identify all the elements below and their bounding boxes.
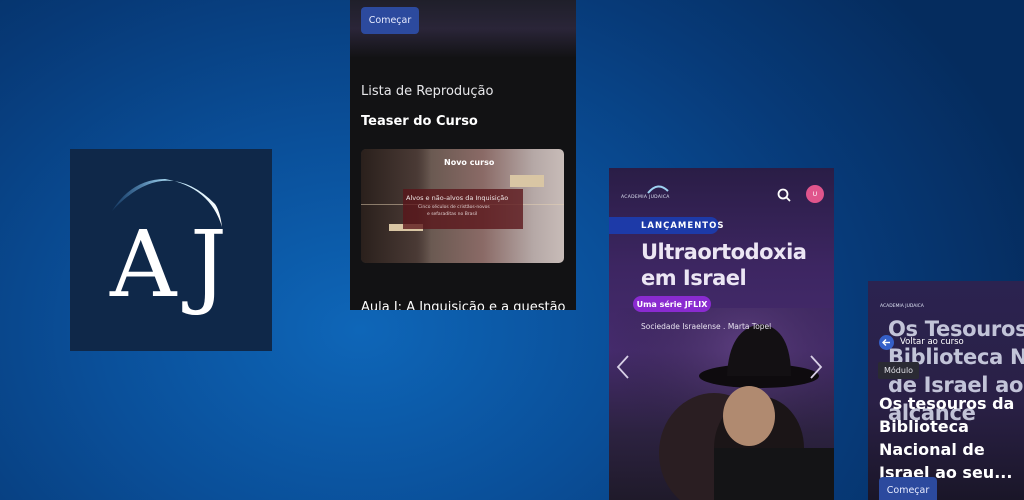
thumbnail-subtitle: e sefaraditas no Brasil	[427, 212, 478, 217]
hero-photo	[609, 308, 834, 500]
chevron-left-icon[interactable]	[616, 354, 630, 380]
teaser-thumbnail[interactable]: Novo curso Alvos e não-alvos da Inquisiç…	[361, 149, 564, 263]
series-tag: Uma série JFLIX	[633, 296, 711, 312]
logo-letter-j: J	[190, 211, 227, 318]
start-button[interactable]: Começar	[361, 7, 419, 34]
feature-credits: Sociedade Israelense . Marta Topel	[641, 322, 772, 331]
module-tag: Módulo	[878, 362, 920, 379]
playlist-screen: Começar Lista de Reprodução Teaser do Cu…	[350, 0, 576, 310]
academia-judaica-logo: A J	[70, 149, 272, 351]
user-avatar[interactable]: U	[806, 185, 824, 203]
chevron-right-icon[interactable]	[809, 354, 823, 380]
start-button[interactable]: Começar	[879, 477, 937, 500]
module-screen: ACADEMIA JUDAICA Os Tesouros Biblioteca …	[868, 281, 1024, 500]
thumbnail-subtitle: Cinco séculos de cristãos-novos	[418, 205, 490, 210]
releases-badge: LANÇAMENTOS	[609, 217, 723, 234]
module-title: Os tesouros da Biblioteca Nacional de Is…	[879, 394, 1015, 482]
teaser-title: Teaser do Curso	[361, 114, 478, 129]
playlist-heading: Lista de Reprodução	[361, 84, 494, 99]
brand-name: ACADEMIA JUDAICA	[880, 304, 924, 309]
logo-letter-a: A	[110, 211, 177, 318]
thumbnail-accent	[510, 175, 544, 187]
back-button[interactable]	[879, 335, 894, 350]
lesson-title[interactable]: Aula I: A Inquisição e a questão	[361, 300, 565, 310]
jflix-home-screen: ACADEMIA JUDAICA U LANÇAMENTOS Ultraorto…	[609, 168, 834, 500]
brand-logo-icon	[647, 185, 669, 194]
brand-name: ACADEMIA JUDAICA	[621, 195, 670, 200]
arrow-left-icon	[882, 339, 890, 346]
feature-title: em Israel	[641, 266, 747, 290]
thumbnail-headline: Alvos e não-alvos da Inquisição	[406, 194, 509, 202]
thumbnail-tag: Novo curso	[444, 158, 495, 167]
back-to-course-link[interactable]: Voltar ao curso	[900, 337, 964, 347]
feature-title: Ultraortodoxia	[641, 240, 807, 264]
search-icon[interactable]	[777, 188, 791, 202]
